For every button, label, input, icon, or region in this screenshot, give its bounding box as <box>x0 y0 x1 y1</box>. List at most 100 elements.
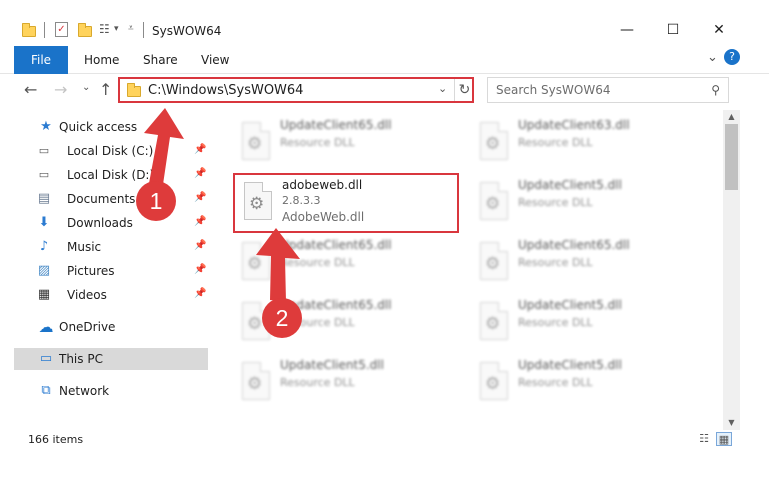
dll-file-icon: ⚙ <box>238 242 274 282</box>
chevron-down-icon[interactable]: ▾ <box>114 24 124 37</box>
dll-file-icon: ⚙ <box>476 182 512 222</box>
file-name: UpdateClient5.dll <box>280 358 384 372</box>
close-button[interactable]: ✕ <box>696 15 742 45</box>
file-item[interactable]: ⚙ UpdateClient5.dll Resource DLL <box>470 174 698 226</box>
step-2-badge: 2 <box>262 298 302 338</box>
videos-icon: ▦ <box>37 287 51 302</box>
properties-icon[interactable]: ✓ <box>55 22 68 37</box>
file-name: UpdateClient5.dll <box>518 298 622 312</box>
documents-icon: ▤ <box>37 191 51 206</box>
address-dropdown-icon[interactable]: ⌄ <box>438 82 447 95</box>
dll-file-icon: ⚙ <box>238 122 274 162</box>
scroll-thumb[interactable] <box>725 124 738 190</box>
sidebar-item-label: Documents <box>67 192 136 206</box>
address-path[interactable]: C:\Windows\SysWOW64 <box>148 83 303 98</box>
details-view-icon[interactable]: ☷ <box>696 432 712 446</box>
item-count: 166 items <box>28 433 84 446</box>
file-type: Resource DLL <box>518 376 593 389</box>
address-bar[interactable]: C:\Windows\SysWOW64 ⌄ ↻ <box>118 77 474 103</box>
file-item[interactable]: ⚙ UpdateClient65.dll Resource DLL <box>470 234 698 286</box>
scroll-up-icon[interactable]: ▲ <box>723 110 740 124</box>
dll-file-icon: ⚙ <box>476 242 512 282</box>
scroll-down-icon[interactable]: ▼ <box>723 416 740 430</box>
customize-toolbar-icon[interactable]: ☷ <box>99 23 113 36</box>
maximize-button[interactable]: ☐ <box>650 15 696 45</box>
sidebar-item-local-disk-c[interactable]: ▭ Local Disk (C:) 📌 <box>14 140 208 162</box>
sidebar-item-label: Local Disk (D:) <box>67 168 155 182</box>
folder-icon <box>127 83 141 97</box>
refresh-button[interactable]: ↻ <box>454 79 474 101</box>
sidebar-item-label: Music <box>67 240 102 254</box>
cloud-icon: ☁ <box>38 318 54 336</box>
pin-icon[interactable]: 📌 <box>194 192 206 203</box>
file-item[interactable]: ⚙ UpdateClient5.dll Resource DLL <box>470 294 698 346</box>
file-name: UpdateClient5.dll <box>518 178 622 192</box>
sidebar-item-documents[interactable]: ▤ Documents 📌 <box>14 188 208 210</box>
tab-share[interactable]: Share <box>143 53 178 67</box>
pin-icon[interactable]: 📌 <box>194 168 206 179</box>
sidebar-item-label: OneDrive <box>59 320 116 334</box>
file-type: Resource DLL <box>280 256 355 269</box>
pin-icon[interactable]: 📌 <box>194 240 206 251</box>
sidebar-item-pictures[interactable]: ▨ Pictures 📌 <box>14 260 208 282</box>
sidebar-item-downloads[interactable]: ⬇ Downloads 📌 <box>14 212 208 234</box>
music-icon: ♪ <box>39 239 49 254</box>
drive-icon: ▭ <box>38 168 50 181</box>
file-name: UpdateClient5.dll <box>518 358 622 372</box>
file-type: Resource DLL <box>518 136 593 149</box>
highlight-box <box>233 173 459 233</box>
sidebar-item-label: Network <box>59 384 110 398</box>
search-placeholder: Search SysWOW64 <box>496 83 611 97</box>
file-type: Resource DLL <box>280 136 355 149</box>
tab-home[interactable]: Home <box>84 53 119 67</box>
sidebar-item-quick-access[interactable]: ★ Quick access <box>14 116 208 138</box>
file-item[interactable]: ⚙ UpdateClient5.dll Resource DLL <box>232 354 460 406</box>
file-item[interactable]: ⚙ UpdateClient65.dll Resource DLL <box>232 234 460 286</box>
tab-file[interactable]: File <box>14 46 68 74</box>
new-folder-icon[interactable] <box>78 23 92 37</box>
search-input[interactable]: Search SysWOW64 ⚲ <box>487 77 729 103</box>
navigation-pane: ★ Quick access ▭ Local Disk (C:) 📌 ▭ Loc… <box>14 110 208 420</box>
file-list: ⚙ UpdateClient65.dll Resource DLL ⚙ Upda… <box>212 110 724 422</box>
dll-file-icon: ⚙ <box>238 362 274 402</box>
sidebar-item-label: Downloads <box>67 216 133 230</box>
recent-locations-button[interactable]: ⌄ <box>82 82 90 93</box>
status-bar: 166 items ☷ ▦ <box>14 430 740 450</box>
tiles-view-icon[interactable]: ▦ <box>716 432 732 446</box>
pictures-icon: ▨ <box>37 263 51 278</box>
dll-file-icon: ⚙ <box>476 122 512 162</box>
sidebar-item-music[interactable]: ♪ Music 📌 <box>14 236 208 258</box>
pin-icon[interactable]: 📌 <box>194 288 206 299</box>
dll-file-icon: ⚙ <box>476 302 512 342</box>
pin-icon[interactable]: 📌 <box>194 144 206 155</box>
qa-menu-icon[interactable]: ⩡ <box>128 23 138 36</box>
file-item[interactable]: ⚙ UpdateClient65.dll Resource DLL <box>232 114 460 166</box>
back-button[interactable]: ← <box>24 80 37 99</box>
close-icon: ✕ <box>713 22 725 38</box>
sidebar-item-local-disk-d[interactable]: ▭ Local Disk (D:) 📌 <box>14 164 208 186</box>
pin-icon[interactable]: 📌 <box>194 264 206 275</box>
title-bar: ✓ ☷ ▾ ⩡ SysWOW64 — ☐ ✕ <box>0 0 769 46</box>
separator <box>44 22 45 38</box>
file-type: Resource DLL <box>518 256 593 269</box>
sidebar-item-this-pc[interactable]: ▭ This PC <box>14 348 208 370</box>
file-type: Resource DLL <box>518 196 593 209</box>
expand-ribbon-icon[interactable]: ⌄ <box>707 50 718 65</box>
file-item[interactable]: ⚙ UpdateClient5.dll Resource DLL <box>470 354 698 406</box>
file-item[interactable]: ⚙ UpdateClient63.dll Resource DLL <box>470 114 698 166</box>
maximize-icon: ☐ <box>666 22 680 38</box>
minimize-button[interactable]: — <box>604 15 650 45</box>
help-icon[interactable]: ? <box>724 49 740 65</box>
vertical-scrollbar[interactable]: ▲ ▼ <box>723 110 740 430</box>
sidebar-item-network[interactable]: ⧉ Network <box>14 380 208 402</box>
pin-icon[interactable]: 📌 <box>194 216 206 227</box>
sidebar-item-label: Quick access <box>59 120 138 134</box>
sidebar-item-label: This PC <box>59 352 103 366</box>
file-name: UpdateClient65.dll <box>518 238 630 252</box>
sidebar-item-onedrive[interactable]: ☁ OneDrive <box>14 316 208 338</box>
separator <box>143 22 144 38</box>
sidebar-item-videos[interactable]: ▦ Videos 📌 <box>14 284 208 306</box>
up-button[interactable]: ↑ <box>99 80 112 99</box>
tab-view[interactable]: View <box>201 53 229 67</box>
forward-button[interactable]: → <box>54 80 67 99</box>
